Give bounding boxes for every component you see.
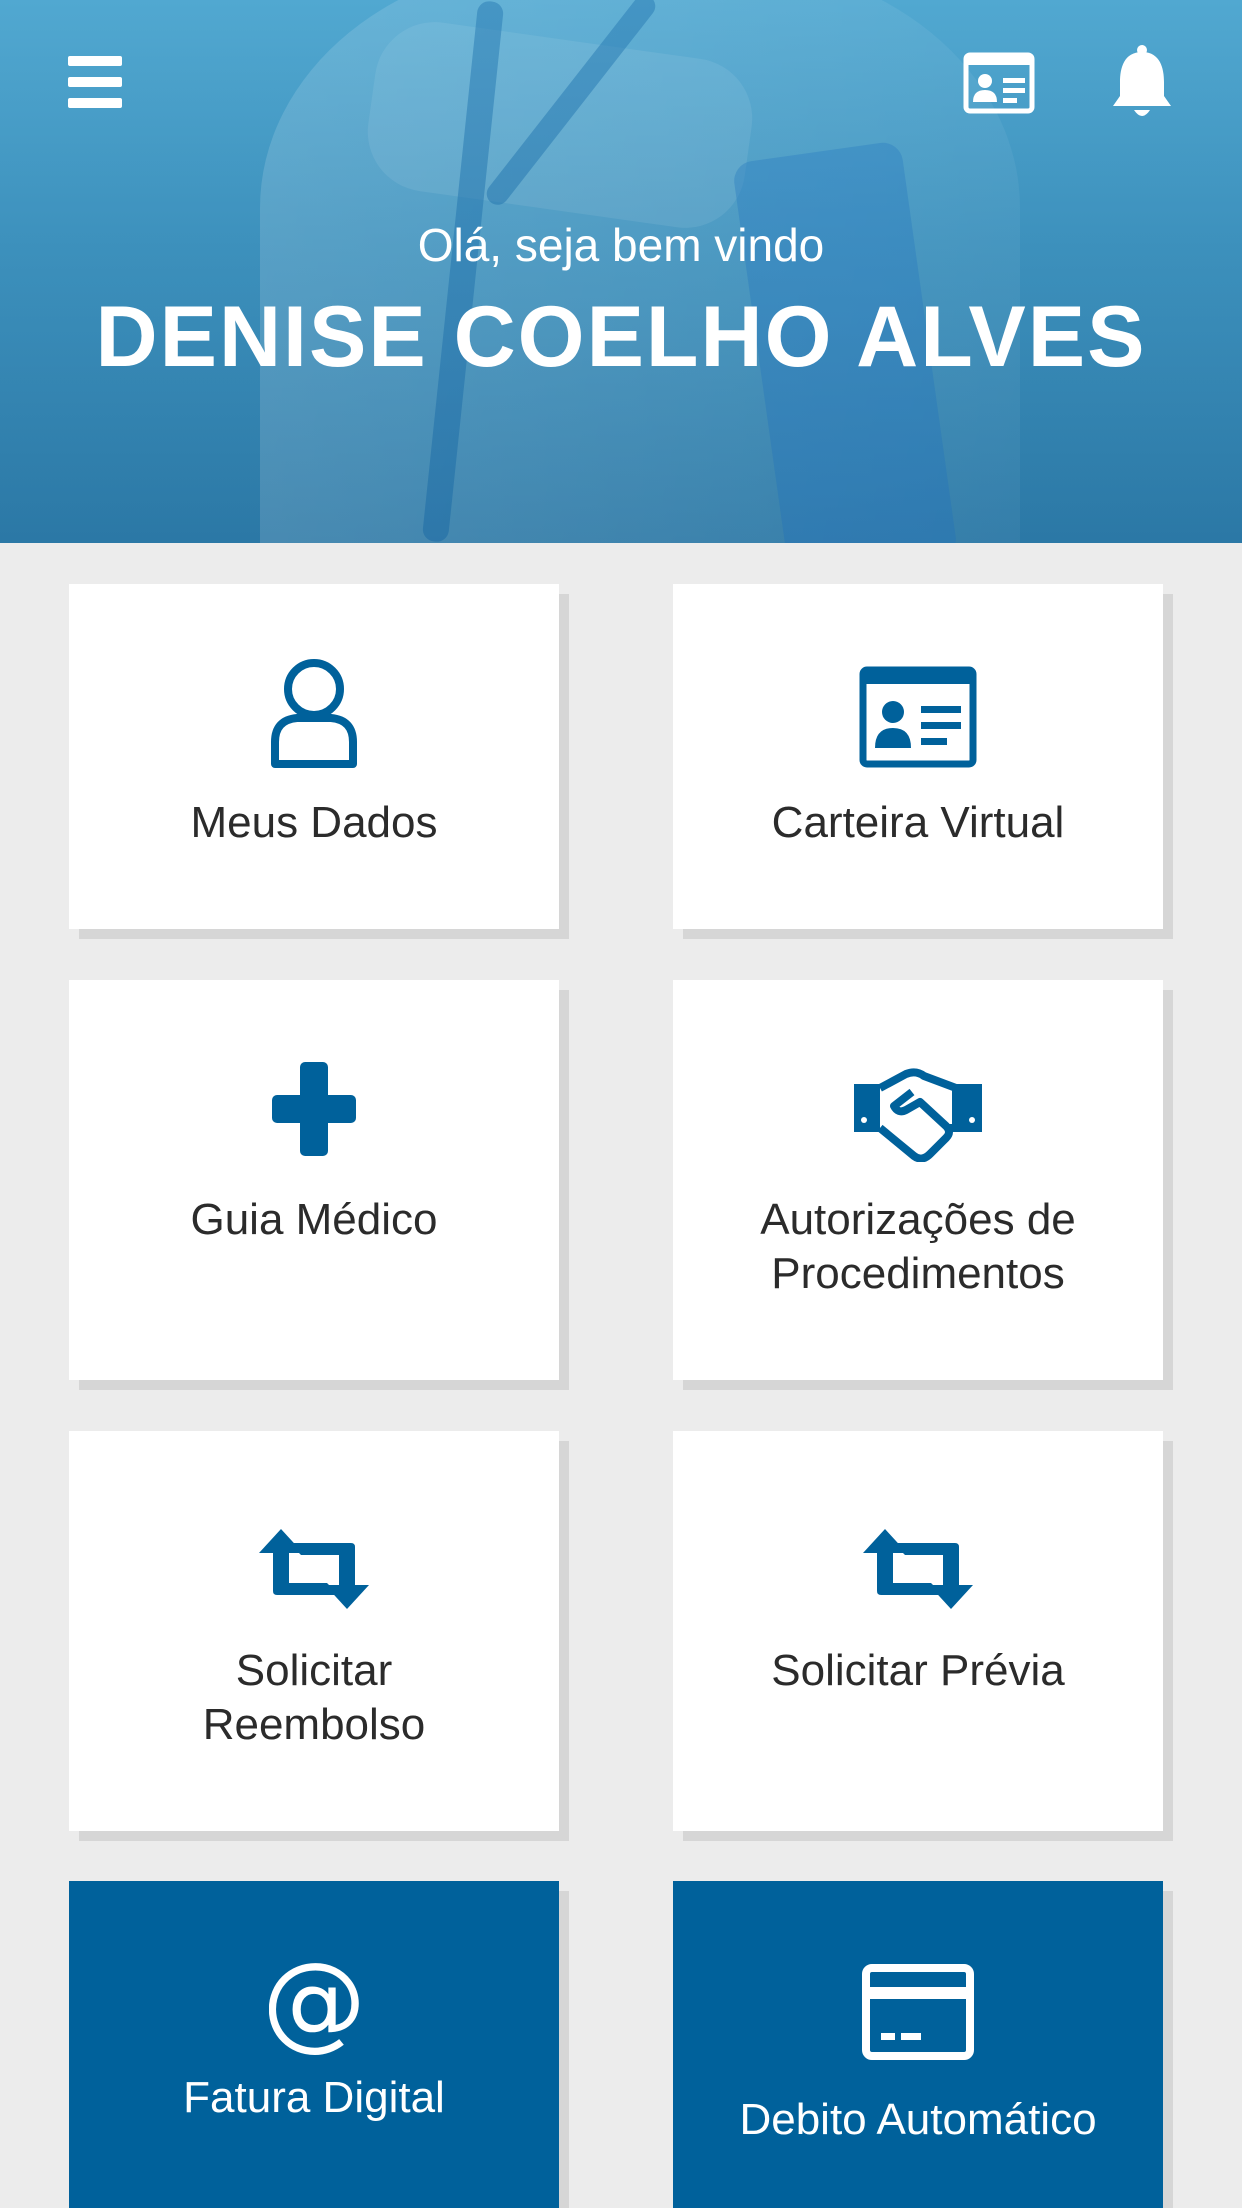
id-card-icon	[859, 666, 977, 768]
retweet-icon	[863, 1529, 973, 1609]
tile-label: Guia Médico	[190, 1195, 438, 1244]
tile-solicitar-reembolso[interactable]: Solicitar Reembolso	[69, 1431, 559, 1831]
user-name: DENISE COELHO ALVES	[95, 289, 1147, 385]
hamburger-menu-icon[interactable]	[68, 56, 122, 108]
at-sign-icon: @	[269, 1951, 359, 2055]
id-card-icon[interactable]	[963, 52, 1035, 114]
svg-text:@: @	[269, 1951, 359, 2055]
tile-carteira-virtual[interactable]: Carteira Virtual	[673, 584, 1163, 929]
tile-meus-dados[interactable]: Meus Dados	[69, 584, 559, 929]
tile-label: Meus Dados	[190, 798, 438, 847]
retweet-icon	[259, 1529, 369, 1609]
bell-icon[interactable]	[1110, 44, 1174, 122]
greeting-text: Olá, seja bem vindo	[417, 219, 825, 271]
tile-label: Debito Automático	[739, 2095, 1097, 2144]
tile-label: Autorizações de Procedimentos	[760, 1195, 1076, 1298]
header: Olá, seja bem vindo DENISE COELHO ALVES	[0, 0, 1242, 543]
credit-card-icon	[862, 1964, 974, 2060]
tile-solicitar-previa[interactable]: Solicitar Prévia	[673, 1431, 1163, 1831]
handshake-icon	[854, 1068, 982, 1162]
plus-icon	[272, 1062, 356, 1156]
user-icon	[271, 659, 357, 768]
tile-label: Carteira Virtual	[771, 798, 1065, 847]
tile-guia-medico[interactable]: Guia Médico	[69, 980, 559, 1380]
tile-fatura-digital[interactable]: @ Fatura Digital	[69, 1881, 559, 2208]
tile-label: Solicitar Reembolso	[202, 1646, 426, 1749]
tile-debito-automatico[interactable]: Debito Automático	[673, 1881, 1163, 2208]
tile-label: Solicitar Prévia	[771, 1646, 1065, 1695]
tile-label: Fatura Digital	[183, 2073, 445, 2122]
tile-autorizacoes-procedimentos[interactable]: Autorizações de Procedimentos	[673, 980, 1163, 1380]
